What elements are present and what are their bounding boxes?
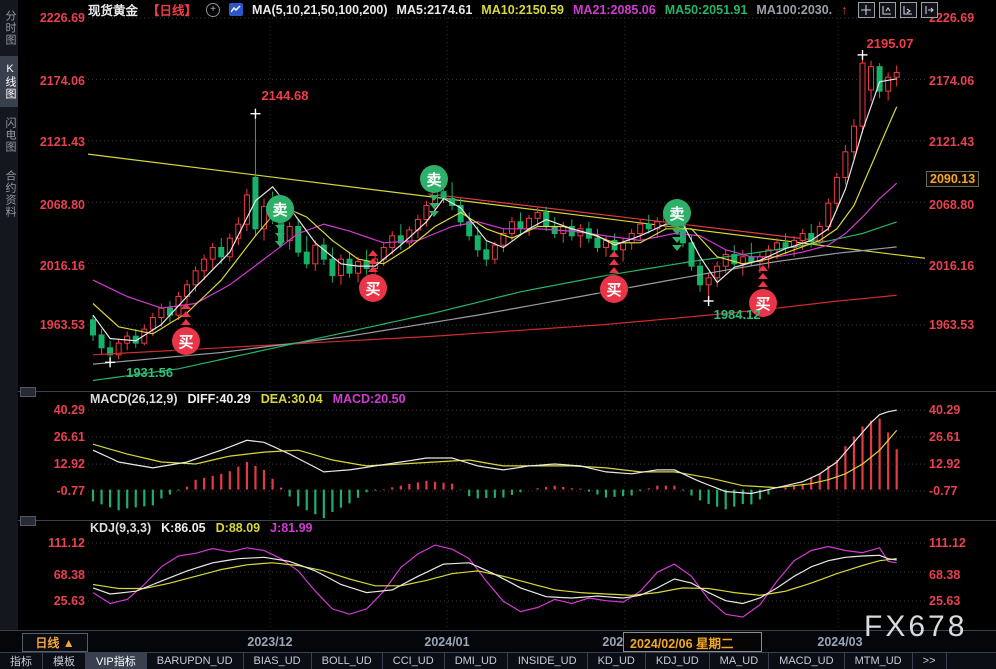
time-axis: 日线 ▲ 2024/02/06 星期二 2023/12 2024/01 2024/0… (0, 630, 996, 652)
indicator-tab-模板[interactable]: 模板 (43, 653, 86, 669)
swing-price-label: 2144.68 (261, 87, 309, 103)
period-selector[interactable]: 日线 ▲ (22, 633, 88, 652)
indicator-tab-KD_UD[interactable]: KD_UD (588, 653, 646, 669)
arrow-down-icon (672, 245, 682, 251)
indicator-tab-DMI_UD[interactable]: DMI_UD (445, 653, 508, 669)
legend-part: MA5:2174.61 (396, 2, 473, 17)
arrow-down-icon (672, 237, 682, 243)
legend-part: J:81.99 (270, 521, 313, 535)
arrow-up-icon (368, 266, 378, 272)
chart-svg[interactable] (0, 0, 996, 630)
time-axis-month-label: 2024/01 (424, 635, 470, 649)
chart-canvas[interactable] (0, 0, 996, 630)
macd-legend: MACD(26,12,9) DIFF:40.29 DEA:30.04 MACD:20.… (90, 392, 406, 406)
indicator-tab-MACD_UD[interactable]: MACD_UD (769, 653, 845, 669)
swing-price-label: 1931.56 (126, 365, 174, 381)
sell-signal-badge: 卖 (420, 165, 448, 193)
sidebar-tab-分时图[interactable]: 分时图 (0, 3, 18, 53)
arrow-up-icon (181, 311, 191, 317)
arrow-up-icon (181, 319, 191, 325)
pan-right-icon[interactable] (921, 2, 938, 18)
legend-part: MA100:2030. (756, 2, 833, 17)
arrow-down-icon (429, 203, 439, 209)
indicator-tab-BOLL_UD[interactable]: BOLL_UD (312, 653, 383, 669)
time-axis-month-label: 2024/03 (817, 635, 863, 649)
sell-signal-arrows (672, 229, 682, 251)
legend-part: MA10:2150.59 (481, 2, 564, 17)
legend-part: 【日线】 (147, 4, 198, 18)
arrow-down-icon (429, 195, 439, 201)
arrow-up-icon (609, 267, 619, 273)
indicator-toolbar: 指标 模板 VIP指标 BARUPDN_UD BIAS_UD BOLL_UD CCI_UD D… (0, 652, 996, 669)
sidebar-tab-K线图[interactable]: K线图 (0, 56, 18, 107)
panel-resize-handle[interactable] (20, 387, 36, 397)
indicator-tab-MA_UD[interactable]: MA_UD (710, 653, 770, 669)
buy-signal-arrows (181, 303, 191, 325)
buy-signal-badge: 买 (600, 275, 628, 303)
arrow-up-icon (609, 259, 619, 265)
legend-part: MA21:2085.06 (573, 2, 656, 17)
legend-part: ↑ (841, 2, 848, 17)
arrow-up-icon (368, 250, 378, 256)
crosshair-date-tooltip: 2024/02/06 星期二 (623, 632, 762, 652)
arrow-up-icon (181, 303, 191, 309)
expand-circle-icon[interactable]: + (206, 2, 221, 17)
arrow-up-icon (758, 273, 768, 279)
swing-price-label: 2195.07 (866, 35, 914, 51)
indicator-tab-CCI_UD[interactable]: CCI_UD (383, 653, 445, 669)
main-legend: 现货黄金 【日线】 + MA(5,10,21,50,100,200) MA5:2174.… (88, 1, 847, 18)
chart-style-icon[interactable] (229, 3, 244, 16)
indicator-tab-KDJ_UD[interactable]: KDJ_UD (646, 653, 710, 669)
legend-part: D:88.09 (215, 521, 261, 535)
arrow-down-icon (429, 211, 439, 217)
sell-signal-badge: 卖 (663, 199, 691, 227)
legend-part: MA(5,10,21,50,100,200) (252, 2, 388, 17)
sidebar-tab-合约资料[interactable]: 合约资料 (0, 163, 18, 225)
legend-part: K:86.05 (161, 521, 206, 535)
kdj-legend: KDJ(9,3,3) K:86.05 D:88.09 J:81.99 (90, 521, 313, 535)
indicator-tab-BARUPDN_UD[interactable]: BARUPDN_UD (147, 653, 244, 669)
buy-signal-arrows (609, 251, 619, 273)
indicator-tab-MTM_UD[interactable]: MTM_UD (845, 653, 913, 669)
indicator-tab-指标[interactable]: 指标 (0, 653, 43, 669)
buy-signal-badge: 买 (359, 274, 387, 302)
legend-part: 现货黄金 (88, 4, 139, 18)
chart-toolbar-icons (858, 2, 938, 18)
arrow-down-icon (275, 225, 285, 231)
indicator-tab-INSIDE_UD[interactable]: INSIDE_UD (508, 653, 588, 669)
indicator-tab->>[interactable]: >> (913, 653, 947, 669)
arrow-down-icon (275, 241, 285, 247)
trading-app-window: 分时图 K线图闪电图合约资料 现货黄金 【日线】 + MA(5,10,21,50,100… (0, 0, 996, 669)
sidebar-tab-闪电图[interactable]: 闪电图 (0, 110, 18, 160)
arrow-up-icon (758, 265, 768, 271)
sell-signal-arrows (429, 195, 439, 217)
legend-part: DEA:30.04 (260, 392, 323, 406)
arrow-up-icon (609, 251, 619, 257)
legend-part: MACD(26,12,9) (90, 392, 178, 406)
arrow-up-icon (368, 258, 378, 264)
buy-signal-arrows (758, 265, 768, 287)
legend-part: DIFF:40.29 (187, 392, 251, 406)
sell-signal-arrows (275, 225, 285, 247)
sell-signal-badge: 卖 (266, 195, 294, 223)
crosshair-icon[interactable] (858, 2, 875, 18)
fit-axis-icon[interactable] (879, 2, 896, 18)
arrow-up-icon (758, 281, 768, 287)
scale-axis-icon[interactable] (900, 2, 917, 18)
arrow-down-icon (672, 229, 682, 235)
swing-price-label: 1984.12 (713, 307, 761, 322)
panel-resize-handle[interactable] (20, 516, 36, 526)
arrow-down-icon (275, 233, 285, 239)
indicator-tab-VIP指标[interactable]: VIP指标 (86, 653, 147, 669)
indicator-tab-BIAS_UD[interactable]: BIAS_UD (244, 653, 312, 669)
buy-signal-badge: 买 (172, 327, 200, 355)
fx678-watermark: FX678 (864, 610, 968, 643)
chart-type-sidebar: 分时图 K线图闪电图合约资料 (0, 0, 18, 630)
buy-signal-arrows (368, 250, 378, 272)
time-axis-month-label: 2023/12 (247, 635, 293, 649)
legend-part: MA50:2051.91 (664, 2, 748, 17)
legend-part: MACD:20.50 (332, 392, 406, 406)
legend-part: KDJ(9,3,3) (90, 521, 152, 535)
